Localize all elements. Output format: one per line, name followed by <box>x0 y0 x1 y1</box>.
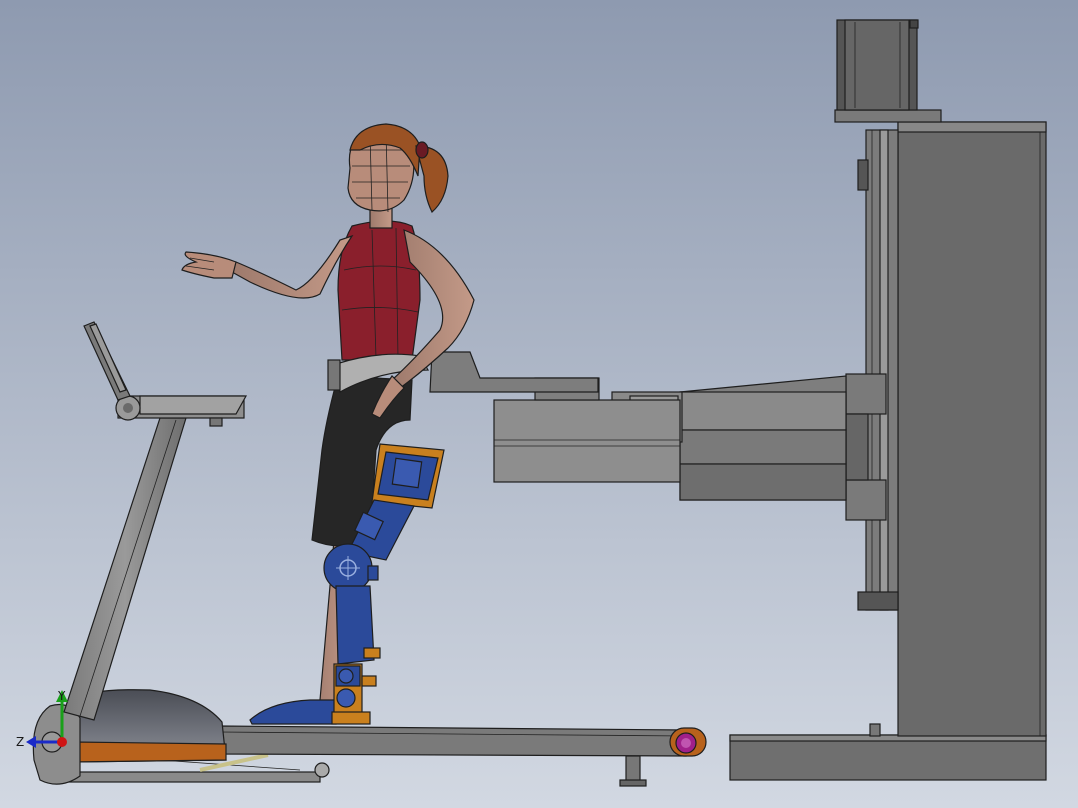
cad-viewport[interactable]: Y Z <box>0 0 1078 808</box>
triad-z-label: Z <box>16 735 24 749</box>
triad-y-label: Y <box>57 689 66 703</box>
assembly-model: Y Z <box>0 0 1078 808</box>
